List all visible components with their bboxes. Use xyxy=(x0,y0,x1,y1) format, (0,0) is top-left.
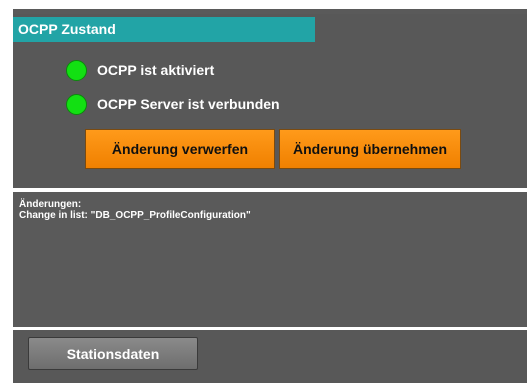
station-data-button[interactable]: Stationsdaten xyxy=(28,337,198,370)
section-title: OCPP Zustand xyxy=(13,17,315,42)
apply-changes-button[interactable]: Änderung übernehmen xyxy=(279,129,461,169)
status-led-icon xyxy=(66,93,87,115)
changes-line: Change in list: "DB_OCPP_ProfileConfigur… xyxy=(19,210,251,221)
status-led-icon xyxy=(66,59,87,81)
changes-heading: Änderungen: xyxy=(19,199,82,210)
status-label: OCPP ist aktiviert xyxy=(97,62,215,78)
changes-log: Änderungen: Change in list: "DB_OCPP_Pro… xyxy=(13,192,527,327)
status-row-connected: OCPP Server ist verbunden xyxy=(66,92,280,116)
discard-changes-button[interactable]: Änderung verwerfen xyxy=(85,129,275,169)
status-row-activated: OCPP ist aktiviert xyxy=(66,58,214,82)
status-label: OCPP Server ist verbunden xyxy=(97,96,280,112)
